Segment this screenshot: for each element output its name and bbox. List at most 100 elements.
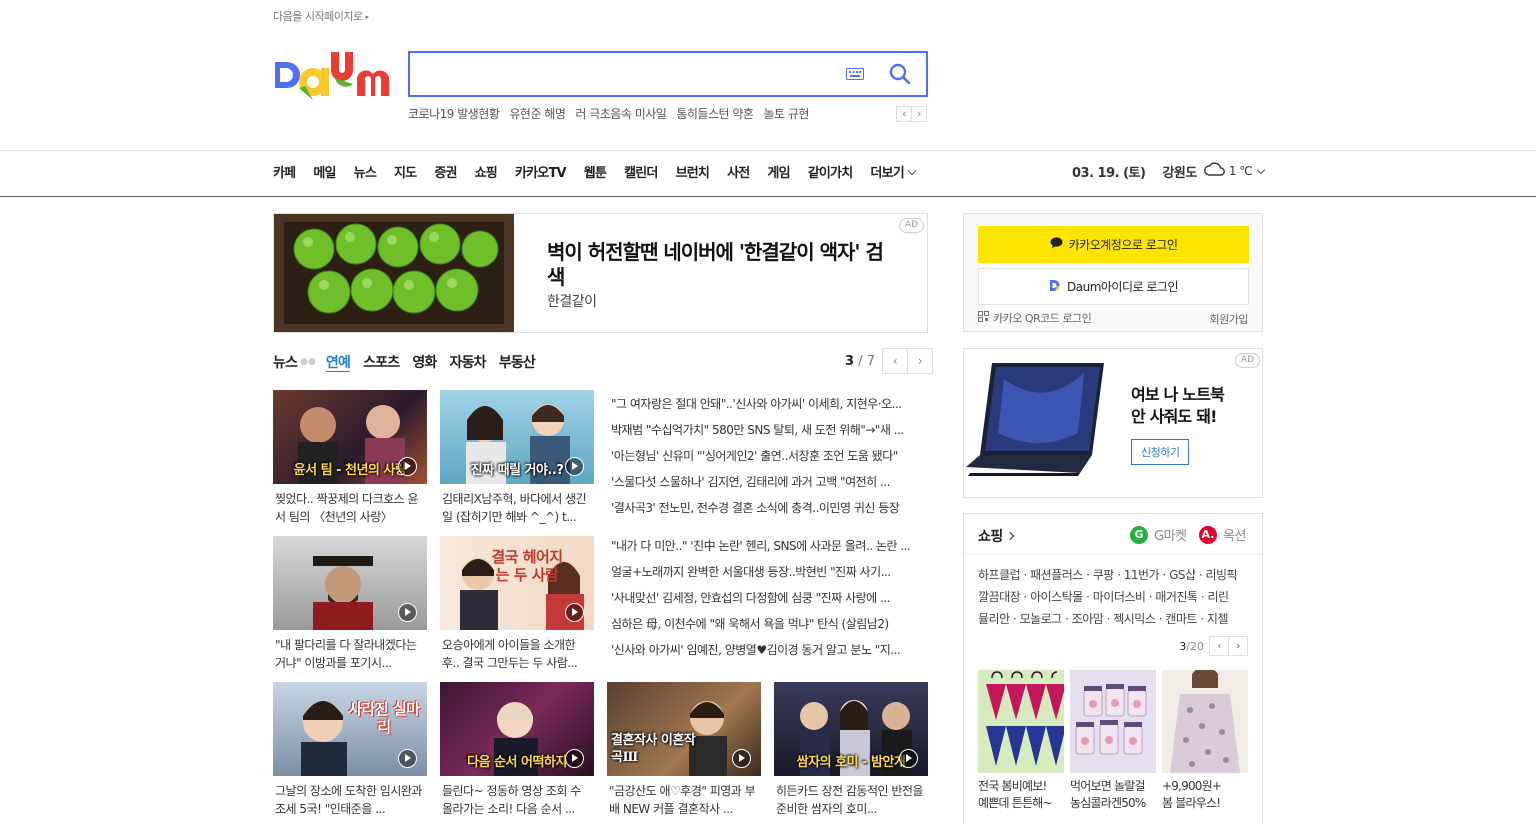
nav-shopping[interactable]: 쇼핑	[475, 162, 498, 181]
nav-together[interactable]: 같이가치	[808, 162, 853, 181]
headline-item[interactable]: 얼굴+노래까지 완벽한 서울대생 등장..박현빈 "진짜 사기...	[611, 559, 926, 585]
trend-item[interactable]: 러 극초음속 미사일	[575, 105, 666, 122]
product-caption[interactable]: 전국 봄비예보! 예쁜데 튼튼해~	[978, 778, 1064, 812]
ad2-title[interactable]: 여보 나 노트북 안 사줘도 돼!	[1131, 384, 1225, 428]
shop-link-row[interactable]: 뮬리안 · 모놀로그 · 조아맘 · 젝시믹스 · 캔마트 · 지젤	[978, 608, 1253, 630]
news-caption[interactable]: "금강산도 애♡후경" 피영과 부배 NEW 커플 결혼작사 ...	[607, 782, 761, 818]
play-icon	[565, 603, 584, 622]
shopping-links: 하프클럽 · 패션플러스 · 쿠팡 · 11번가 · GS샵 · 리빙픽 깔끔대…	[978, 564, 1253, 630]
news-card[interactable]: "내 팔다리를 다 잘라내겠다는 거냐" 이방과를 포기시...	[273, 536, 427, 672]
news-card[interactable]: 진짜 때릴 거야..? 김태리X남주혁, 바다에서 생긴 일 (잡히기만 해봐 …	[440, 390, 594, 526]
news-card[interactable]: 다음 순서 어떡하지 들린다~ 정동하 영상 조회 수 올라가는 소리! 다음 …	[440, 682, 594, 818]
chevron-left-icon[interactable]: ‹	[881, 348, 908, 374]
tab-realestate[interactable]: 부동산	[499, 352, 536, 372]
trend-item[interactable]: 유현준 해명	[509, 105, 566, 122]
nav-game[interactable]: 게임	[767, 162, 790, 181]
daum-d-icon	[1049, 279, 1061, 295]
headline-item[interactable]: '결사곡3' 전노민, 전수경 결혼 소식에 충격..이민영 귀신 등장	[611, 495, 926, 521]
news-card[interactable]: 결혼작사 이혼작곡Ⅲ "금강산도 애♡후경" 피영과 부배 NEW 커플 결혼작…	[607, 682, 761, 818]
nav-webtoon[interactable]: 웹툰	[584, 162, 607, 181]
weather-widget[interactable]: 03. 19. (토) 강원도 1 ℃	[1072, 161, 1266, 181]
arrow-right-icon: ▸	[365, 13, 370, 21]
tab-entertainment[interactable]: 연예	[326, 352, 351, 372]
main-nav: 카페 메일 뉴스 지도 증권 쇼핑 카카오TV 웹툰 캘린더 브런치 사전 게임…	[273, 162, 915, 181]
product-caption[interactable]: 먹어보면 놀랄걸 농심콜라겐50%	[1070, 778, 1156, 812]
product-card[interactable]: 전국 봄비예보! 예쁜데 튼튼해~	[978, 670, 1064, 812]
headline-item[interactable]: 심하은 母, 이천수에 "왜 욱해서 욕을 먹냐" 탄식 (살림남2)	[611, 611, 926, 637]
news-card[interactable]: 윤서 팀 - 천년의 사랑 찢었다.. 짝꿍제의 다크호스 윤서 팀의 〈천년의…	[273, 390, 427, 526]
headline-item[interactable]: 박재범 "수십억가치" 580만 SNS 탈퇴, 새 도전 위해"→"새 ...	[611, 417, 926, 443]
nav-news[interactable]: 뉴스	[354, 162, 377, 181]
product-card[interactable]: 먹어보면 놀랄걸 농심콜라겐50%	[1070, 670, 1156, 812]
chevron-left-icon[interactable]: ‹	[896, 106, 912, 122]
nav-cafe[interactable]: 카페	[273, 162, 296, 181]
news-caption[interactable]: 들린다~ 정동하 영상 조회 수 올라가는 소리! 다음 순서 ...	[440, 782, 594, 818]
qr-login-link[interactable]: 카카오 QR코드 로그인	[978, 310, 1092, 326]
news-thumbnail	[273, 536, 427, 630]
chevron-right-icon[interactable]: ›	[1228, 636, 1248, 656]
tab-movie[interactable]: 영화	[412, 352, 437, 372]
chat-bubble-icon	[1050, 237, 1063, 252]
headline-item[interactable]: '아는형님' 신유미 "'싱어게인2' 출연..서장훈 조언 도움 됐다"	[611, 443, 926, 469]
laptop-ad[interactable]: 여보 나 노트북 안 사줘도 돼! 신청하기 AD	[963, 348, 1263, 498]
nav-map[interactable]: 지도	[394, 162, 417, 181]
tab-news[interactable]: 뉴스	[273, 352, 298, 372]
news-card[interactable]: 결국 헤어지는 두 사람 오승아에게 아이들을 소개한 후.. 결국 그만두는 …	[440, 536, 594, 672]
signup-link[interactable]: 회원가입	[1210, 311, 1249, 327]
apply-button[interactable]: 신청하기	[1131, 439, 1190, 465]
shop-link-row[interactable]: 하프클럽 · 패션플러스 · 쿠팡 · 11번가 · GS샵 · 리빙픽	[978, 564, 1253, 586]
nav-kakaotv[interactable]: 카카오TV	[515, 162, 567, 181]
chevron-right-icon[interactable]: ›	[906, 348, 933, 374]
news-thumbnail: 진짜 때릴 거야..?	[440, 390, 594, 484]
shopping-box: 쇼핑 G G마켓 A. 옥션 하프클럽 · 패션플러스 · 쿠팡 · 11번가 …	[963, 513, 1263, 824]
tab-sports[interactable]: 스포츠	[363, 352, 400, 372]
daum-logo[interactable]	[273, 48, 389, 100]
headline-item[interactable]: "내가 다 미안.." '친中 논란' 헨리, SNS에 사과문 올려.. 논란…	[611, 533, 926, 559]
nav-more-button[interactable]: 더보기	[870, 162, 914, 181]
trend-nav: ‹ ›	[896, 106, 927, 122]
ad-banner[interactable]: 벽이 허전할땐 네이버에 '한결같이 액자' 검색 한결같이 AD	[273, 213, 928, 333]
headline-item[interactable]: '사내맞선' 김세정, 안효섭의 다정함에 심쿵 "진짜 사랑에 ...	[611, 585, 926, 611]
news-card[interactable]: 사라진 실마리 그날의 장소에 도착한 임시완과 조세 5국! "인태준을 ..…	[273, 682, 427, 818]
news-caption[interactable]: 그날의 장소에 도착한 임시완과 조세 5국! "인태준을 ...	[273, 782, 427, 818]
news-caption[interactable]: "내 팔다리를 다 잘라내겠다는 거냐" 이방과를 포기시...	[273, 636, 427, 672]
page-indicator: 3 / 7	[845, 353, 875, 369]
ad-title[interactable]: 벽이 허전할땐 네이버에 '한결같이 액자' 검색	[547, 240, 887, 290]
news-thumbnail: 윤서 팀 - 천년의 사랑	[273, 390, 427, 484]
chevron-down-icon[interactable]	[1257, 165, 1266, 174]
news-caption[interactable]: 김태리X남주혁, 바다에서 생긴 일 (잡히기만 해봐 ^_^) t...	[440, 490, 594, 526]
search-input[interactable]	[420, 61, 840, 87]
chevron-left-icon[interactable]: ‹	[1209, 636, 1229, 656]
shopping-title-link[interactable]: 쇼핑	[978, 526, 1013, 546]
start-page-link[interactable]: 다음을 시작페이지로 ▸	[273, 8, 369, 24]
chevron-right-icon[interactable]: ›	[911, 106, 927, 122]
news-caption[interactable]: 찢었다.. 짝꿍제의 다크호스 윤서 팀의 〈천년의 사랑〉	[273, 490, 427, 526]
headline-item[interactable]: '신사와 아가씨' 임예진, 양병열♥김이경 동거 알고 분노 "지...	[611, 637, 926, 663]
news-card[interactable]: 쌈자의 호미 - 밤안개 히든카드 장전 감동적인 반전을 준비한 쌈자의 호미…	[774, 682, 928, 818]
product-card[interactable]: +9,900원+ 봄 블라우스!	[1162, 670, 1248, 812]
headline-item[interactable]: '스물다섯 스물하나' 김지연, 김태리에 과거 고백 "여전히 ...	[611, 469, 926, 495]
nav-stock[interactable]: 증권	[434, 162, 457, 181]
nav-calendar[interactable]: 캘린더	[624, 162, 658, 181]
news-thumbnail: 다음 순서 어떡하지	[440, 682, 594, 776]
news-caption[interactable]: 오승아에게 아이들을 소개한 후.. 결국 그만두는 두 사람...	[440, 636, 594, 672]
shop-link-row[interactable]: 깔끔대장 · 아이스탁몰 · 마이더스비 · 매거진톡 · 리린	[978, 586, 1253, 608]
trend-item[interactable]: 놀토 규현	[763, 105, 809, 122]
news-caption[interactable]: 히든카드 장전 감동적인 반전을 준비한 쌈자의 호미...	[774, 782, 928, 818]
gmarket-link[interactable]: G G마켓	[1130, 525, 1187, 544]
trend-item[interactable]: 톰히들스턴 약혼	[676, 105, 754, 122]
nav-dictionary[interactable]: 사전	[727, 162, 750, 181]
search-icon[interactable]	[888, 62, 912, 89]
kakao-login-button[interactable]: 카카오계정으로 로그인	[978, 226, 1249, 263]
headline-item[interactable]: "그 여자랑은 절대 안돼"..'신사와 아가씨' 이세희, 지현우·오...	[611, 391, 926, 417]
daum-login-button[interactable]: Daum아이디로 로그인	[978, 268, 1249, 305]
auction-link[interactable]: A. 옥션	[1199, 525, 1246, 544]
tab-car[interactable]: 자동차	[449, 352, 486, 372]
trend-item[interactable]: 코로나19 발생현황	[408, 105, 500, 122]
nav-brunch[interactable]: 브런치	[676, 162, 710, 181]
product-caption[interactable]: +9,900원+ 봄 블라우스!	[1162, 778, 1248, 812]
nav-mail[interactable]: 메일	[313, 162, 336, 181]
keyboard-icon[interactable]	[846, 68, 864, 83]
thumbnail-caption: 결국 헤어지는 두 사람	[491, 548, 563, 584]
product-caption-line: +9,900원+	[1162, 779, 1222, 793]
